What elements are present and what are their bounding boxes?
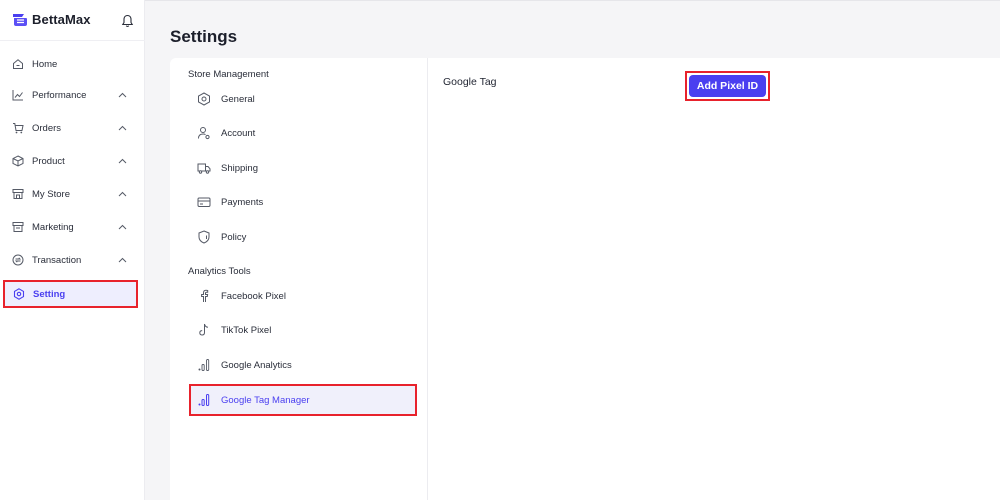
bell-icon[interactable] bbox=[121, 14, 134, 28]
brand-divider bbox=[0, 40, 145, 41]
menu-item-label: TikTok Pixel bbox=[221, 324, 272, 336]
menu-item-shipping[interactable]: Shipping bbox=[191, 153, 416, 183]
tiktok-icon bbox=[199, 323, 209, 336]
box-icon bbox=[12, 155, 24, 167]
analytics-bars-icon bbox=[198, 359, 210, 371]
sidebar-item-home[interactable]: Home bbox=[4, 51, 137, 77]
facebook-icon bbox=[201, 289, 209, 302]
sidebar-item-label: Orders bbox=[32, 122, 62, 134]
sidebar-item-setting[interactable]: Setting bbox=[3, 280, 138, 308]
add-pixel-id-button[interactable]: Add Pixel ID bbox=[689, 75, 766, 97]
sidebar-item-marketing[interactable]: Marketing bbox=[4, 214, 137, 240]
menu-item-google-tag-manager[interactable]: Google Tag Manager bbox=[189, 384, 417, 416]
chevron-up-icon bbox=[118, 224, 127, 230]
sidebar-item-label: Performance bbox=[32, 89, 87, 101]
brand[interactable]: BettaMax bbox=[12, 12, 91, 27]
sidebar-item-transaction[interactable]: Transaction bbox=[4, 247, 137, 273]
brand-name: BettaMax bbox=[32, 12, 91, 27]
menu-item-label: Facebook Pixel bbox=[221, 290, 286, 302]
menu-item-general[interactable]: General bbox=[191, 84, 416, 114]
google-tag-label: Google Tag bbox=[443, 76, 497, 88]
analytics-bars-icon bbox=[198, 394, 210, 406]
sidebar-item-orders[interactable]: Orders bbox=[4, 115, 137, 141]
settings-icon bbox=[13, 288, 25, 300]
section-title-analytics-tools: Analytics Tools bbox=[188, 266, 251, 277]
sidebar-item-performance[interactable]: Performance bbox=[4, 82, 137, 108]
chevron-up-icon bbox=[118, 125, 127, 131]
marketing-icon bbox=[12, 222, 24, 232]
transaction-icon bbox=[12, 254, 24, 266]
sidebar-item-product[interactable]: Product bbox=[4, 148, 137, 174]
chart-icon bbox=[12, 90, 23, 101]
main-area: Settings Store Management General Accoun… bbox=[145, 0, 1000, 500]
chevron-up-icon bbox=[118, 191, 127, 197]
content-panel: Google Tag Add Pixel ID bbox=[427, 58, 1000, 500]
section-title-store-management: Store Management bbox=[188, 69, 269, 80]
menu-item-facebook-pixel[interactable]: Facebook Pixel bbox=[191, 281, 416, 311]
sidebar-item-label: Product bbox=[32, 155, 65, 167]
top-divider bbox=[145, 0, 1000, 1]
menu-item-label: Policy bbox=[221, 231, 247, 243]
sidebar-item-label: Setting bbox=[33, 288, 66, 300]
sidebar: BettaMax Home Performance Orders Product… bbox=[0, 0, 145, 500]
menu-item-google-analytics[interactable]: Google Analytics bbox=[191, 350, 416, 380]
sidebar-item-label: Marketing bbox=[32, 221, 74, 233]
menu-item-label: General bbox=[221, 93, 255, 105]
menu-item-label: Account bbox=[221, 127, 256, 139]
shield-icon bbox=[198, 230, 210, 244]
sidebar-item-label: Transaction bbox=[32, 254, 82, 266]
menu-item-label: Google Analytics bbox=[221, 359, 292, 371]
sidebar-item-label: My Store bbox=[32, 188, 71, 200]
store-icon bbox=[12, 189, 24, 199]
menu-item-account[interactable]: Account bbox=[191, 118, 416, 148]
menu-item-label: Shipping bbox=[221, 162, 258, 174]
chevron-up-icon bbox=[118, 158, 127, 164]
add-pixel-id-highlight: Add Pixel ID bbox=[685, 71, 770, 101]
home-icon bbox=[13, 59, 23, 69]
page-title: Settings bbox=[170, 27, 238, 46]
menu-item-payments[interactable]: Payments bbox=[191, 187, 416, 217]
chevron-up-icon bbox=[118, 257, 127, 263]
sidebar-item-my-store[interactable]: My Store bbox=[4, 181, 137, 207]
sidebar-item-label: Home bbox=[32, 58, 58, 70]
truck-icon bbox=[197, 163, 211, 174]
menu-item-label: Payments bbox=[221, 196, 264, 208]
settings-menu-panel: Store Management General Account Shippin… bbox=[170, 58, 427, 500]
menu-item-policy[interactable]: Policy bbox=[191, 222, 416, 252]
user-gear-icon bbox=[198, 127, 210, 140]
bettamax-logo-icon bbox=[13, 13, 27, 26]
credit-card-icon bbox=[197, 197, 211, 207]
hexagon-gear-icon bbox=[198, 92, 210, 106]
cart-icon bbox=[13, 123, 24, 134]
menu-item-label: Google Tag Manager bbox=[221, 394, 310, 406]
menu-item-tiktok-pixel[interactable]: TikTok Pixel bbox=[191, 315, 416, 345]
chevron-up-icon bbox=[118, 92, 127, 98]
